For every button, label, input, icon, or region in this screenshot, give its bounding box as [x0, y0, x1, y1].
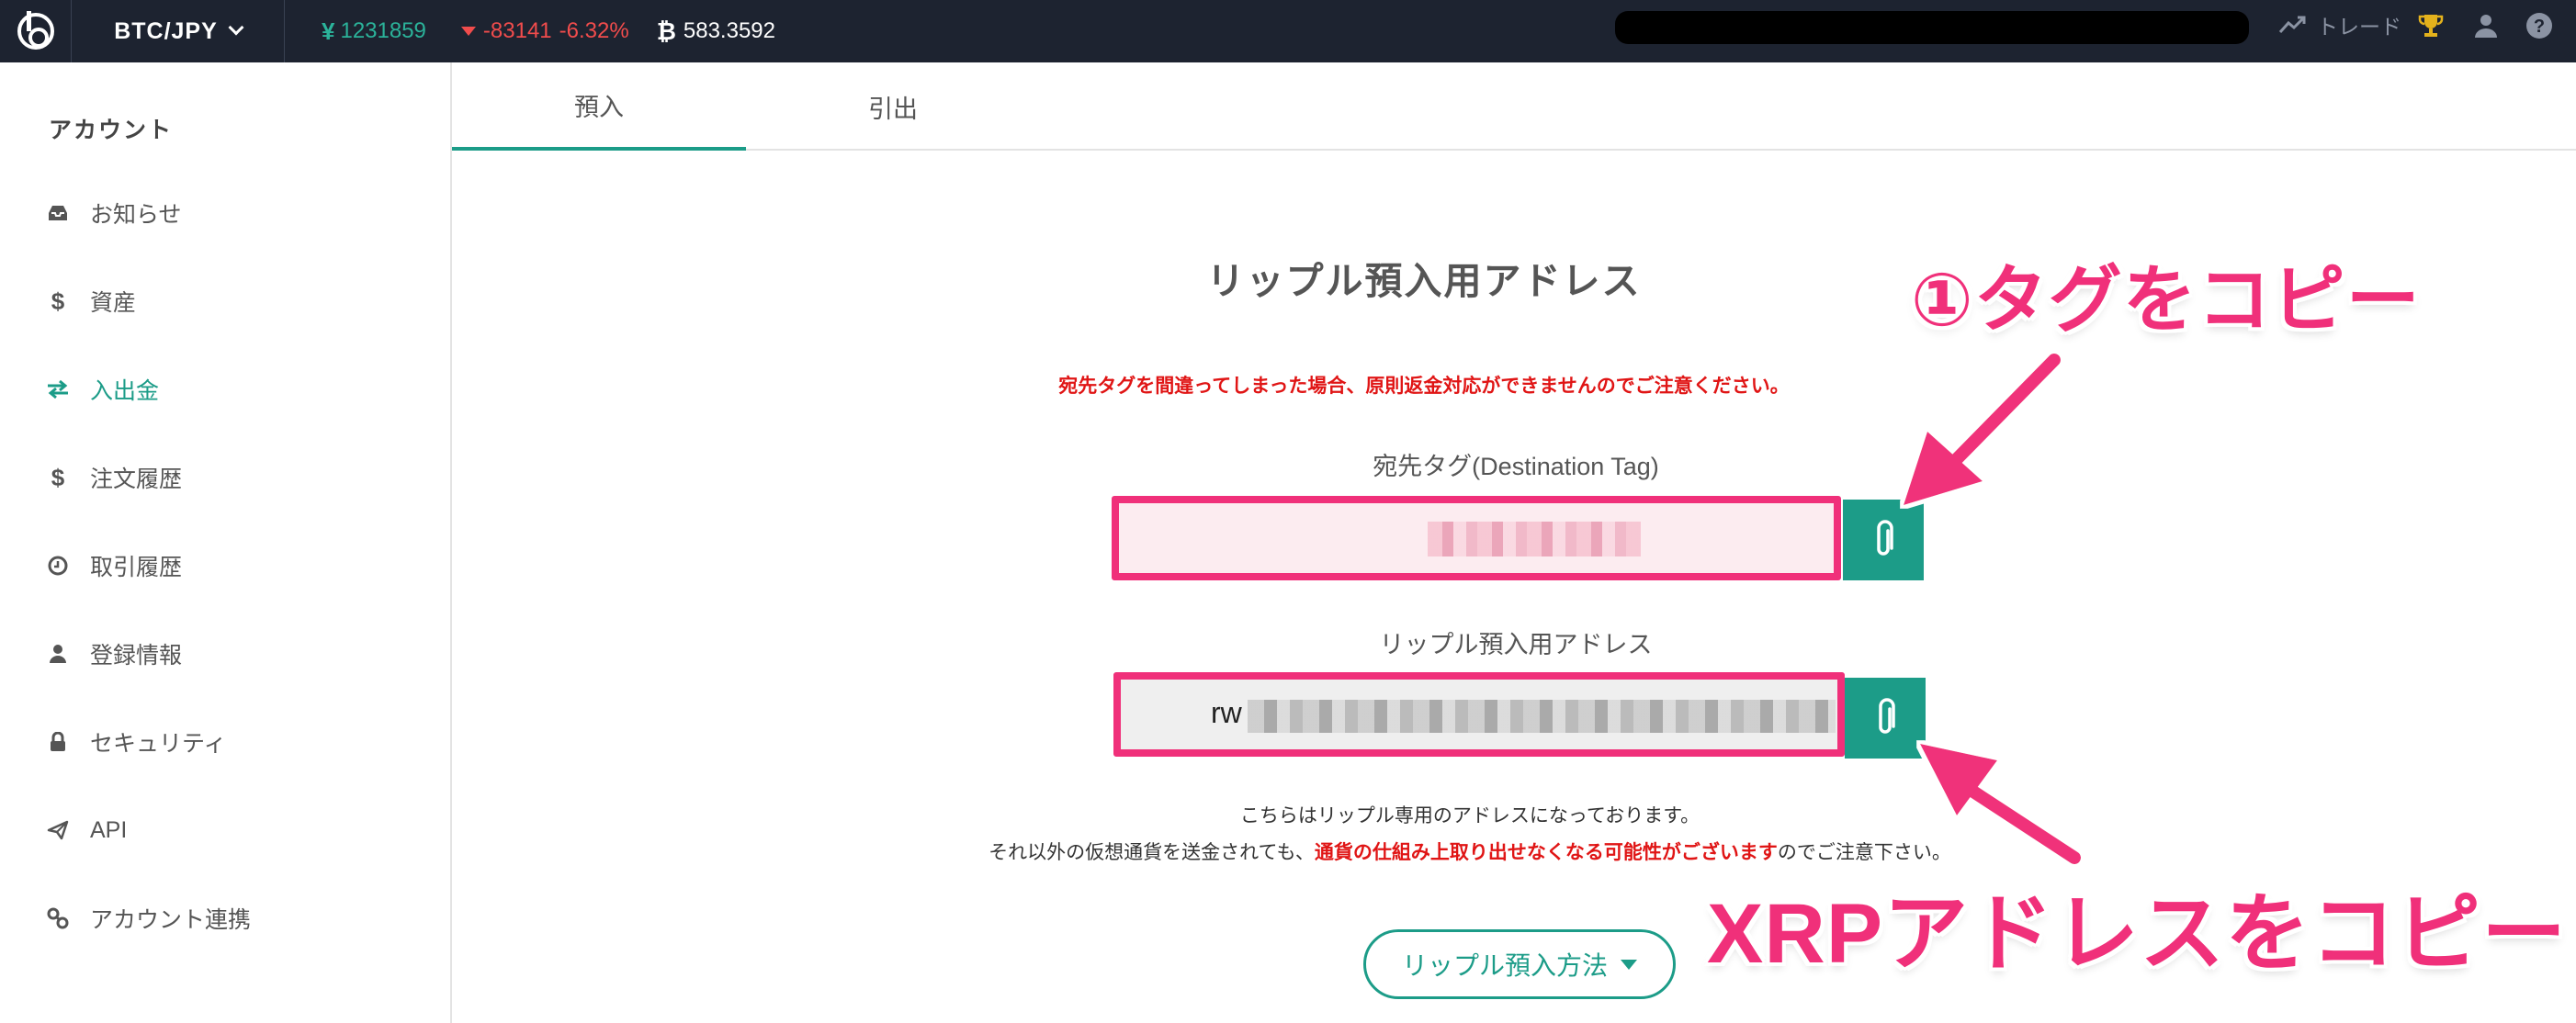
annotation-copy-address: XRPアドレスをコピー	[1707, 887, 2568, 981]
arrow-to-tag-copy-icon	[1904, 354, 2061, 505]
arrow-to-address-copy-icon	[1920, 744, 2081, 864]
annotation-copy-tag: ①タグをコピー	[1911, 259, 2421, 341]
